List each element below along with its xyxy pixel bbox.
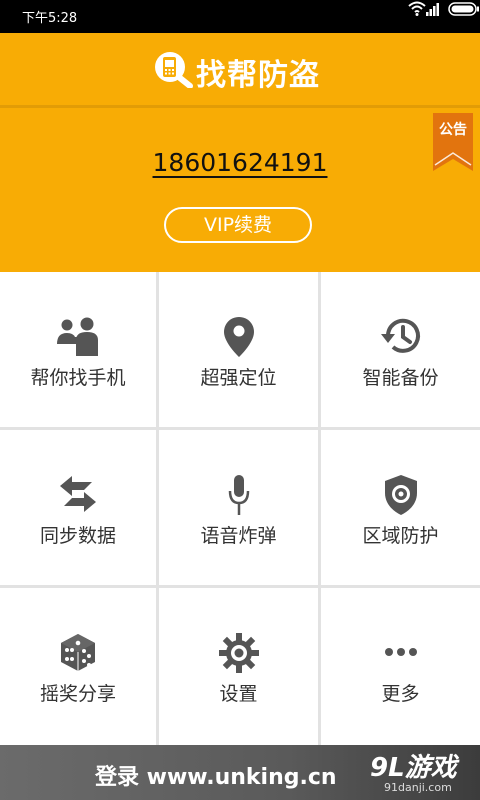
watermark-logo: 9L游戏: [370, 753, 457, 783]
feature-grid: 帮你找手机 超强定位 智能备份 同步数据 语音炸弹 区域防护 摇奖分享 设置 更…: [0, 272, 480, 745]
microphone-icon: [228, 475, 249, 515]
vip-renew-button[interactable]: VIP续费: [164, 207, 312, 243]
watermark: 9L游戏 91danji.com: [340, 745, 480, 800]
account-panel: 18601624191 VIP续费 公告: [0, 108, 480, 272]
title-bar: 找帮防盗: [0, 33, 480, 108]
battery-icon: [448, 2, 479, 16]
tile-label: 超强定位: [200, 367, 277, 389]
phone-number-link[interactable]: 18601624191: [0, 148, 480, 177]
notice-ribbon[interactable]: 公告: [433, 113, 473, 171]
tile-backup[interactable]: 智能备份: [321, 272, 480, 427]
find-phone-icon: [57, 317, 98, 356]
tile-voice-bomb[interactable]: 语音炸弹: [159, 430, 318, 585]
more-dots-icon: [384, 648, 417, 656]
tile-label: 智能备份: [362, 367, 439, 389]
location-pin-icon: [223, 317, 254, 357]
status-time: 下午5:28: [22, 11, 78, 26]
login-url-text[interactable]: 登录 www.unking.cn: [95, 759, 337, 791]
tile-more[interactable]: 更多: [321, 588, 480, 745]
status-bar: 下午5:28: [0, 0, 480, 33]
signal-icon: [426, 3, 439, 16]
footer-banner[interactable]: 登录 www.unking.cn 9L游戏 91danji.com: [0, 745, 480, 800]
notice-label: 公告: [439, 122, 467, 138]
sync-arrows-icon: [60, 476, 96, 512]
gear-icon: [218, 633, 259, 673]
logo-icon: [155, 52, 193, 88]
tile-label: 同步数据: [39, 525, 116, 547]
tile-sync[interactable]: 同步数据: [0, 430, 156, 585]
tile-location[interactable]: 超强定位: [159, 272, 318, 427]
tile-label: 语音炸弹: [200, 525, 277, 547]
tile-lottery-share[interactable]: 摇奖分享: [0, 588, 156, 745]
dice-icon: [61, 634, 95, 671]
tile-find-phone[interactable]: 帮你找手机: [0, 272, 156, 427]
tile-label: 摇奖分享: [39, 683, 116, 705]
wifi-icon: [408, 1, 426, 16]
watermark-domain: 91danji.com: [384, 781, 452, 794]
tile-label: 帮你找手机: [30, 367, 126, 389]
backup-history-icon: [380, 318, 420, 353]
app-title: 找帮防盗: [196, 58, 320, 93]
tile-area-protect[interactable]: 区域防护: [321, 430, 480, 585]
tile-settings[interactable]: 设置: [159, 588, 318, 745]
tile-label: 设置: [219, 683, 258, 705]
shield-icon: [384, 475, 417, 515]
tile-label: 更多: [381, 683, 420, 705]
tile-label: 区域防护: [362, 525, 439, 547]
